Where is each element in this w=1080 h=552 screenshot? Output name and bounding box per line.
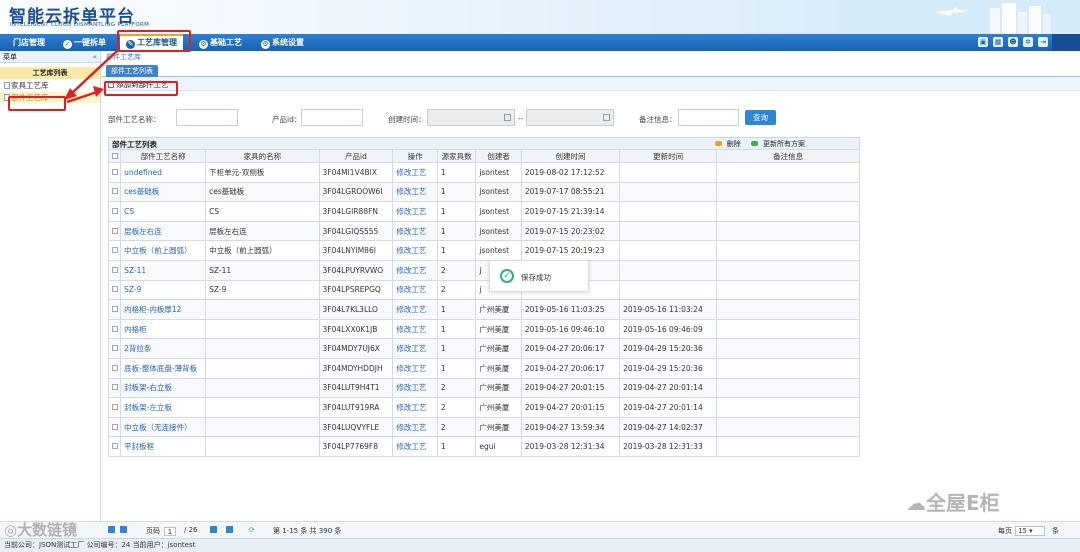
annotation-arrows [64,49,119,104]
watermark-left-text: 大数链镜 [17,521,78,539]
watermark-left: ◎大数链镜 [4,519,77,540]
watermark-right-text: 全屋E柜 [926,491,1000,515]
wechat-icon: ☁ [906,491,926,515]
watermark-right: ☁全屋E柜 [906,487,1000,516]
watermark-logo-icon: ◎ [4,521,18,539]
